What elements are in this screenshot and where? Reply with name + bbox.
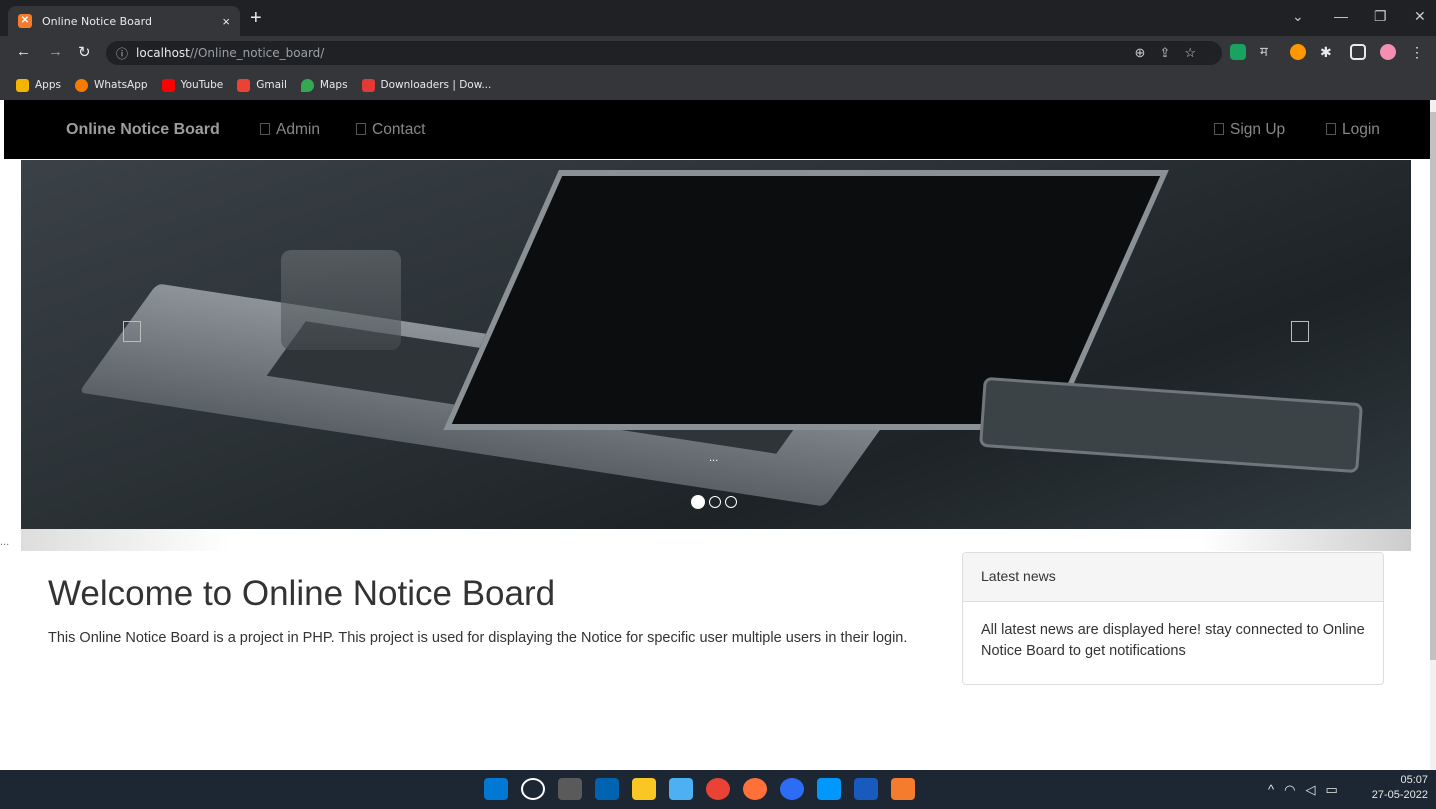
- carousel-indicator-1[interactable]: [691, 495, 705, 509]
- bookmark-gmail[interactable]: Gmail: [237, 78, 287, 92]
- carousel-indicator-2[interactable]: [709, 496, 721, 508]
- search-icon[interactable]: [521, 778, 545, 800]
- tab-title: Online Notice Board: [42, 14, 152, 28]
- back-arrow-icon[interactable]: ←: [16, 43, 31, 60]
- bookmark-label: Maps: [319, 79, 348, 91]
- url-host: localhost: [136, 46, 190, 60]
- bookmark-label: Downloaders | Dow...: [380, 79, 492, 91]
- bookmark-downloaders[interactable]: Downloaders | Dow...: [361, 78, 492, 92]
- word-icon[interactable]: [854, 778, 878, 800]
- nav-admin[interactable]: Admin: [260, 121, 320, 139]
- taskbar-apps: [484, 778, 915, 800]
- bookmark-maps[interactable]: Maps: [300, 78, 348, 92]
- page-title: Welcome to Online Notice Board: [48, 574, 556, 613]
- extension-icon[interactable]: [1290, 44, 1306, 60]
- user-icon: [1214, 123, 1224, 135]
- minimize-button[interactable]: —: [1334, 8, 1348, 24]
- xampp-favicon-icon: ✕: [18, 14, 32, 28]
- app-icon[interactable]: [780, 778, 804, 800]
- side-panel-icon[interactable]: [1350, 44, 1366, 60]
- forward-arrow-icon[interactable]: →: [48, 43, 63, 60]
- nav-contact-label: Contact: [372, 121, 426, 138]
- carousel-prev-icon[interactable]: [123, 321, 141, 342]
- carousel-indicator-3[interactable]: [725, 496, 737, 508]
- bookmark-label: Gmail: [256, 79, 287, 91]
- translate-icon[interactable]: म: [1260, 44, 1276, 60]
- nav-contact[interactable]: Contact: [356, 121, 425, 139]
- panel-heading: Latest news: [963, 553, 1383, 602]
- phone-icon: [356, 123, 366, 135]
- firefox-icon[interactable]: [743, 778, 767, 800]
- extension-icons: म ✱ ⋮: [1230, 44, 1424, 60]
- carousel-indicators: [691, 495, 737, 509]
- browser-tab-strip: ✕ Online Notice Board × + ⌄ — ❐ ✕: [0, 0, 1436, 36]
- phone-image: [979, 376, 1363, 474]
- hero-carousel: ...: [21, 160, 1411, 529]
- zoom-share-bookmark-icons[interactable]: ⊕⇪☆: [1135, 45, 1210, 61]
- nav-login[interactable]: Login: [1326, 121, 1380, 139]
- task-view-icon[interactable]: [558, 778, 582, 800]
- xampp-icon[interactable]: [891, 778, 915, 800]
- puzzle-icon[interactable]: ✱: [1320, 44, 1336, 60]
- menu-icon[interactable]: ⋮: [1410, 44, 1424, 60]
- reload-icon[interactable]: ↻: [78, 43, 91, 61]
- desktop-icon[interactable]: [595, 778, 619, 800]
- panel-body: All latest news are displayed here! stay…: [981, 622, 1365, 659]
- clock[interactable]: 05:07 27-05-2022: [1368, 773, 1428, 803]
- maps-pin-icon: [300, 78, 314, 92]
- restore-button[interactable]: ❐: [1374, 8, 1387, 25]
- notepad-icon[interactable]: [669, 778, 693, 800]
- tab-search-icon[interactable]: ⌄: [1292, 8, 1304, 25]
- apps-grid-icon: [16, 78, 29, 92]
- glass-image: [281, 250, 401, 350]
- carousel-next-icon[interactable]: [1291, 321, 1309, 342]
- brand-link[interactable]: Online Notice Board: [66, 121, 220, 139]
- bookmark-youtube[interactable]: YouTube: [161, 78, 224, 92]
- youtube-icon: [161, 78, 175, 92]
- address-bar[interactable]: ⓘ localhost //Online_notice_board/ ⊕⇪☆: [106, 41, 1222, 65]
- bookmark-label: YouTube: [180, 79, 224, 91]
- download-icon: [361, 78, 375, 92]
- vscode-icon[interactable]: [817, 778, 841, 800]
- extension-icon[interactable]: [1230, 44, 1246, 60]
- user-icon: [260, 123, 270, 135]
- url-path: //Online_notice_board/: [189, 46, 325, 60]
- bookmark-label: Apps: [35, 79, 61, 91]
- carousel-bottom-strip: [21, 529, 1411, 551]
- bookmark-whatsapp[interactable]: WhatsApp: [74, 78, 148, 92]
- clock-date: 27-05-2022: [1371, 789, 1428, 801]
- windows-taskbar: ^◠◁▭ 05:07 27-05-2022: [0, 770, 1436, 809]
- file-explorer-icon[interactable]: [632, 778, 656, 800]
- carousel-caption: ...: [709, 452, 719, 464]
- avatar[interactable]: [1380, 44, 1396, 60]
- intro-paragraph: This Online Notice Board is a project in…: [48, 630, 908, 646]
- strip-text: ...: [0, 536, 10, 548]
- new-tab-button[interactable]: +: [250, 6, 262, 30]
- tab-close-icon[interactable]: ×: [222, 14, 230, 29]
- bookmark-apps[interactable]: Apps: [16, 78, 61, 92]
- page-scrollbar[interactable]: [1430, 100, 1436, 770]
- clock-time: 05:07: [1400, 774, 1428, 786]
- chrome-icon[interactable]: [706, 778, 730, 800]
- bookmarks-bar: Apps WhatsApp YouTube Gmail Maps Downloa…: [0, 70, 1436, 100]
- gmail-icon: [237, 78, 251, 92]
- system-tray-icons[interactable]: ^◠◁▭: [1268, 782, 1348, 798]
- site-navbar: Online Notice Board Admin Contact Sign U…: [4, 100, 1430, 159]
- windows-start-icon[interactable]: [484, 778, 508, 800]
- site-info-icon[interactable]: ⓘ: [116, 45, 128, 62]
- close-window-button[interactable]: ✕: [1414, 8, 1426, 25]
- browser-tab[interactable]: ✕ Online Notice Board ×: [8, 6, 240, 36]
- nav-admin-label: Admin: [276, 121, 320, 138]
- browser-toolbar: ← → ↻ ⓘ localhost //Online_notice_board/…: [0, 36, 1436, 70]
- bookmark-label: WhatsApp: [93, 79, 148, 91]
- nav-signup-label: Sign Up: [1230, 121, 1286, 138]
- login-icon: [1326, 123, 1336, 135]
- latest-news-panel: Latest news All latest news are displaye…: [962, 552, 1384, 685]
- whatsapp-icon: [74, 78, 88, 92]
- scroll-thumb[interactable]: [1430, 112, 1436, 660]
- nav-signup[interactable]: Sign Up: [1214, 121, 1285, 139]
- nav-login-label: Login: [1342, 121, 1380, 138]
